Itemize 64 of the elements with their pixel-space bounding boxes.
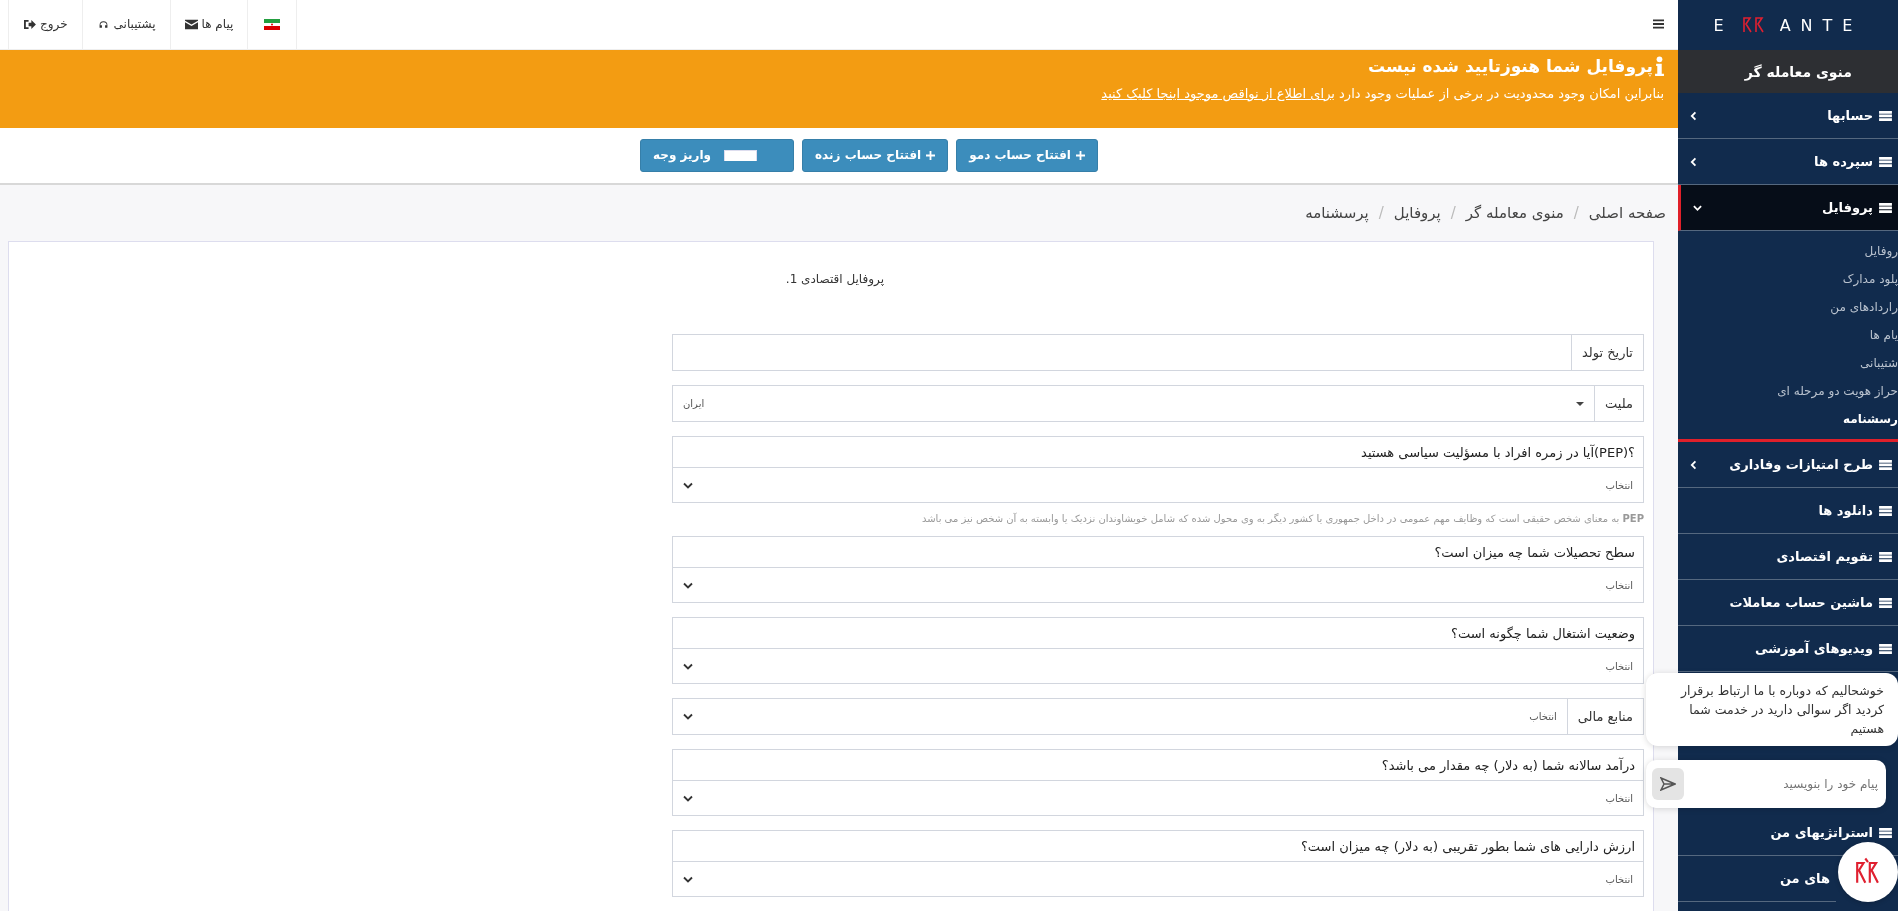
breadcrumb-link[interactable]: پرسشنامه: [1305, 204, 1369, 223]
submenu-item[interactable]: رسشنامه: [1678, 405, 1898, 433]
nav-link[interactable]: خروج: [9, 0, 83, 49]
question-label: سطح تحصیلات شما چه میزان است؟: [673, 537, 1643, 568]
question-label: ؟(PEP)آیا در زمره افراد با مسؤلیت سیاسی هستید: [673, 437, 1643, 468]
nav-link[interactable]: پشتیبانی: [82, 0, 171, 49]
menu-icon[interactable]: [1653, 19, 1664, 30]
submenu-item[interactable]: حراز هویت دو مرحله ای: [1678, 377, 1898, 405]
sidebar-item[interactable]: طرح امتیازات وفاداری: [1678, 442, 1898, 488]
action-button[interactable]: واریز وجه: [640, 138, 795, 172]
chevron-icon: [1690, 459, 1699, 470]
banner-title: پروفایل شما هنوزتایید شده نیست: [1367, 55, 1653, 76]
select-field[interactable]: انتخاب: [673, 468, 1643, 502]
sidebar-item[interactable]: ماشین حساب معاملات: [1678, 580, 1898, 626]
select-field[interactable]: انتخاب: [673, 781, 1643, 815]
question-label: درآمد سالانه شما (به دلار) چه مقدار می باشد؟: [673, 750, 1643, 781]
sidebar-item[interactable]: دانلود ها: [1678, 488, 1898, 534]
select-field[interactable]: انتخاب: [673, 862, 1643, 896]
submenu-item[interactable]: راردادهای من: [1678, 293, 1898, 321]
logout-icon: [23, 18, 36, 30]
send-icon: [1660, 777, 1676, 791]
plus-icon: [926, 150, 936, 160]
submenu-item[interactable]: شتیبانی: [1678, 349, 1898, 377]
submenu-item[interactable]: پلود مدارک: [1678, 265, 1898, 293]
chevron-icon: [683, 662, 693, 670]
banner-message: بنابراین امکان وجود محدودیت در برخی از عملیات وجود دارد برای اطلاع از نواقص موجود اینجا کلیک کنید: [1100, 85, 1664, 101]
question-label: وضعیت اشتغال شما چگونه است؟: [673, 618, 1643, 649]
chevron-icon: [1690, 156, 1699, 167]
breadcrumb-separator: /: [1378, 204, 1384, 223]
flag-icon[interactable]: [264, 18, 281, 30]
chevron-icon: [683, 581, 693, 589]
breadcrumb-link[interactable]: پروفایل: [1393, 204, 1441, 223]
chevron-icon: [1690, 110, 1699, 121]
chat-message: خوشحالیم که دوباره با ما ارتباط برقرار کردید اگر سوالی دارید در خدمت شما هستیم: [1646, 673, 1898, 746]
question-label: ارزش دارایی های شما بطور تقریبی (به دلار) چه میزان است؟: [673, 831, 1643, 862]
breadcrumb-link[interactable]: منوی معامله گر: [1465, 204, 1564, 223]
chevron-icon: [683, 794, 693, 802]
select-field[interactable]: انتخاب: [673, 649, 1643, 683]
info-icon: [1655, 55, 1664, 76]
section-title: پروفایل اقتصادی 1.: [785, 272, 884, 286]
sidebar-item[interactable]: ویدیوهای آموزشی: [1678, 626, 1898, 672]
breadcrumb-link[interactable]: صفحه اصلی: [1588, 204, 1666, 223]
chevron-icon: [683, 481, 693, 489]
sidebar-item[interactable]: پروفایل: [1678, 185, 1898, 231]
envelope-icon: [184, 18, 198, 30]
nav-link[interactable]: پیام ها: [170, 0, 249, 49]
action-button[interactable]: افتتاح حساب زنده: [802, 138, 949, 172]
list-icon: [1879, 110, 1892, 121]
chevron-icon: [683, 875, 693, 883]
sidebar-item[interactable]: تقویم اقتصادی: [1678, 534, 1898, 580]
chat-input-box[interactable]: پیام خود را بنویسید: [1646, 760, 1886, 808]
plus-icon: [1076, 150, 1085, 160]
submenu-item[interactable]: یام ها: [1678, 321, 1898, 349]
send-button[interactable]: [1652, 768, 1684, 800]
sidebar-header: منوی معامله گر: [1678, 50, 1898, 93]
logo-text: E: [1713, 15, 1734, 35]
select-field[interactable]: انتخاب: [673, 568, 1643, 602]
breadcrumb-separator: /: [1450, 204, 1456, 223]
logo-text: ANTE: [1779, 15, 1863, 35]
sidebar-item[interactable]: های من: [1678, 856, 1836, 902]
breadcrumb-separator: /: [1573, 204, 1579, 223]
sidebar-item[interactable]: حسابها: [1678, 93, 1898, 139]
action-button[interactable]: افتتاح حساب دمو: [956, 138, 1098, 172]
submenu-item[interactable]: روفایل: [1678, 237, 1898, 265]
